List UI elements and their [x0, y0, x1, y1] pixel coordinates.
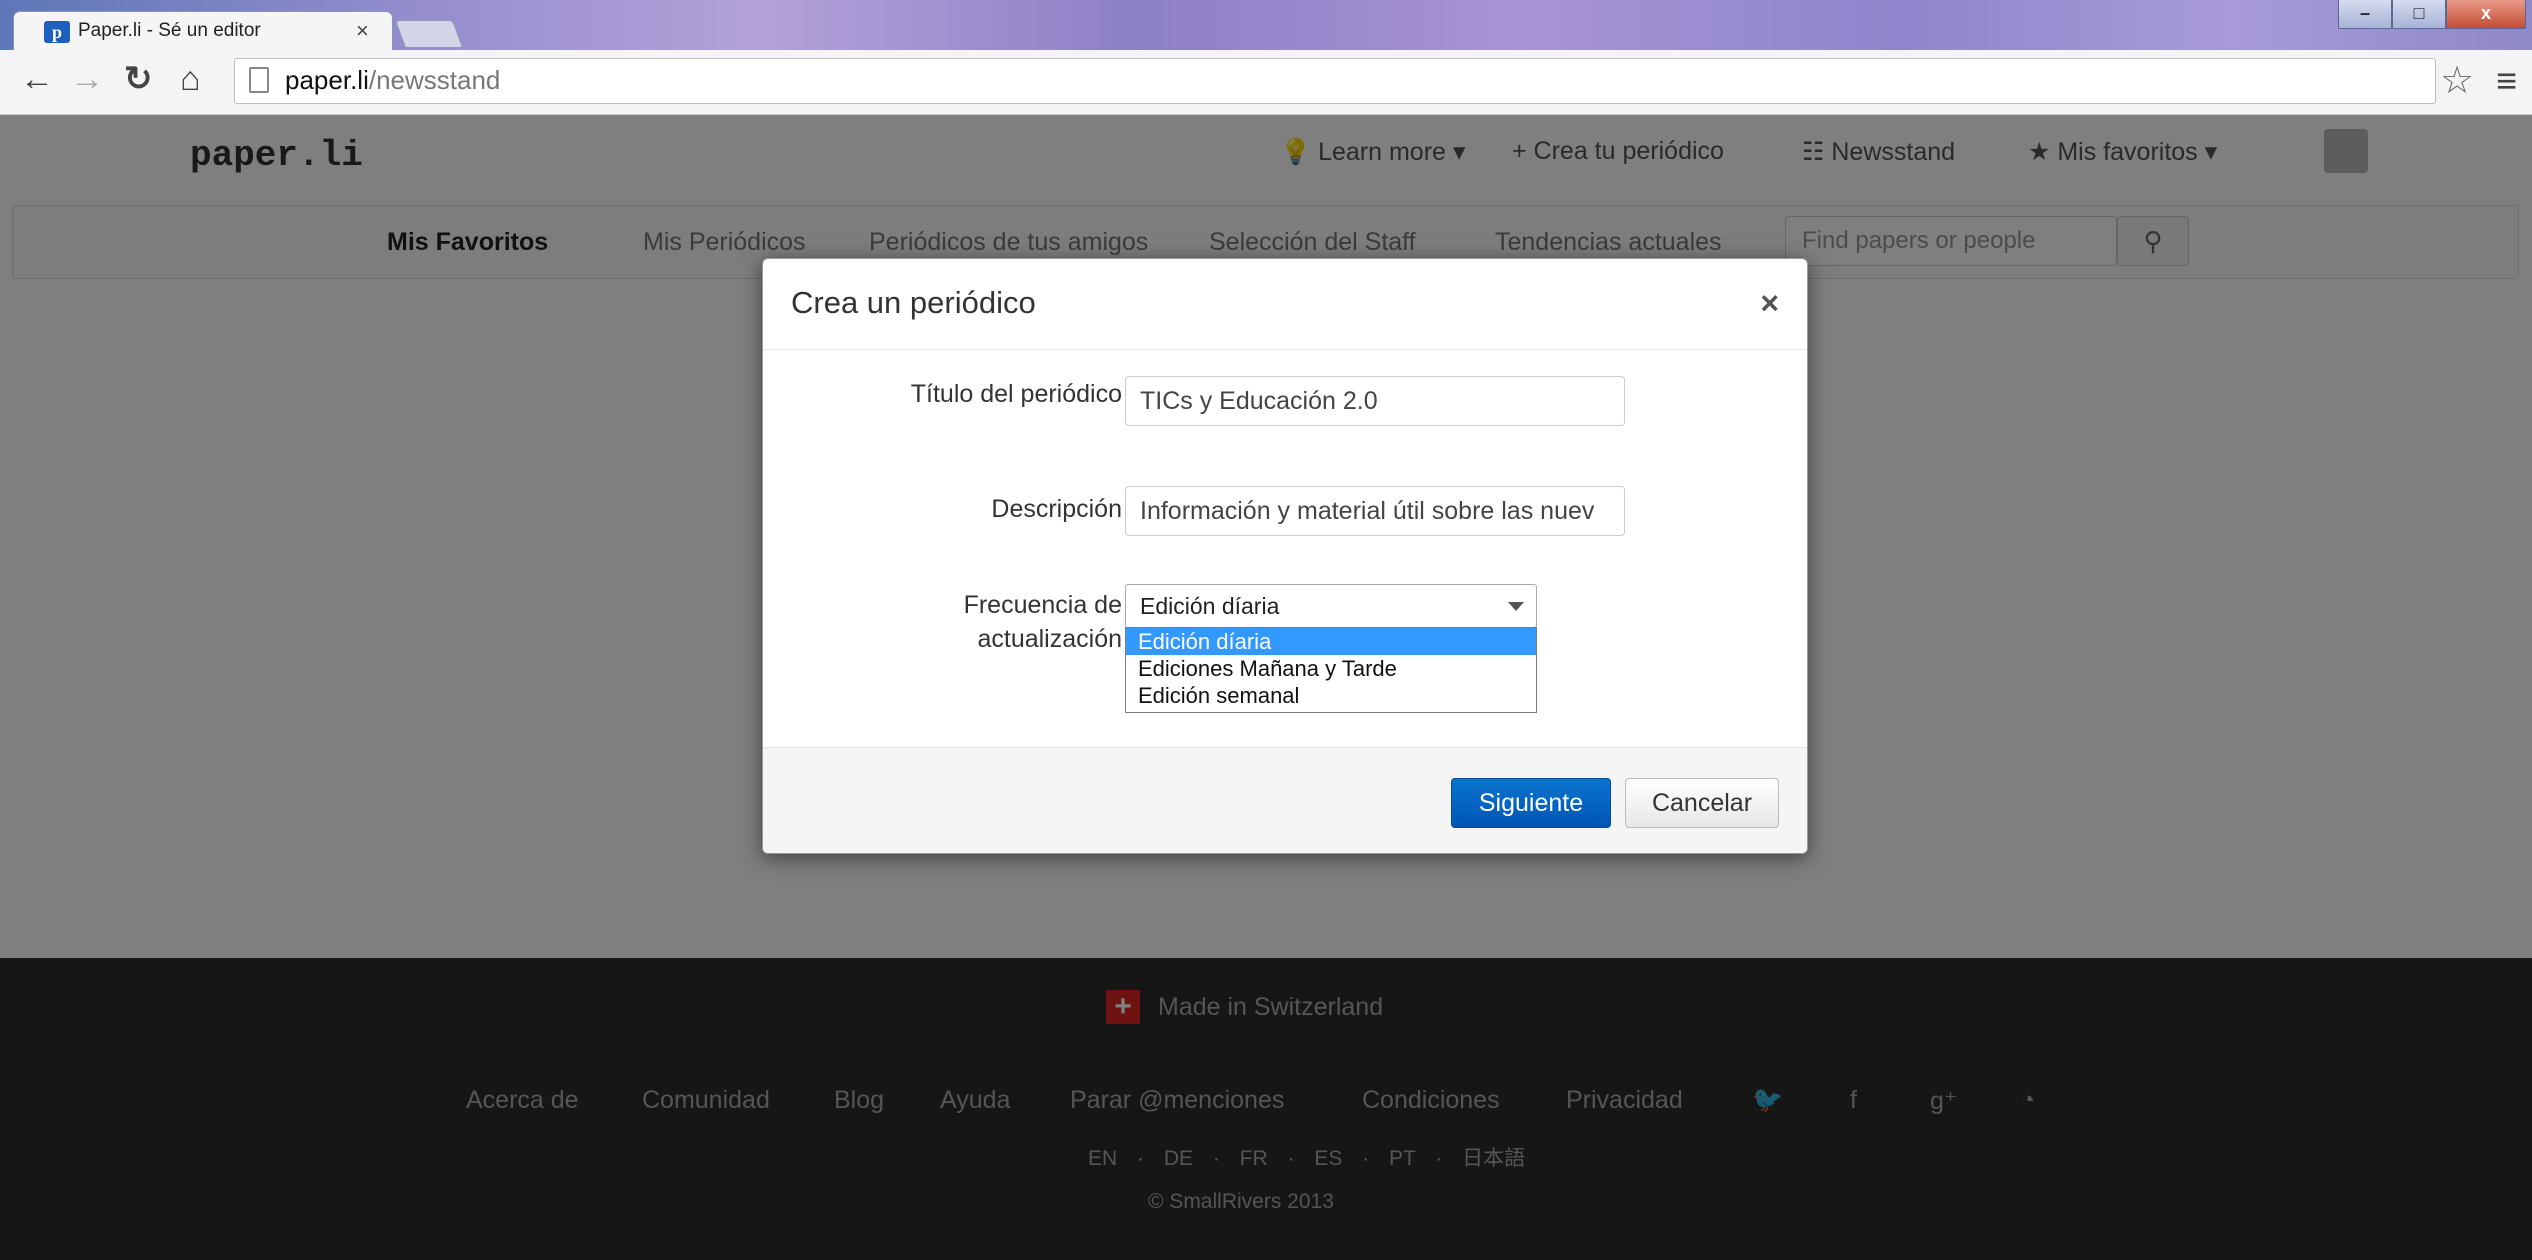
- modal-title: Crea un periódico: [791, 285, 1036, 320]
- page-icon: [249, 67, 269, 93]
- description-input[interactable]: Información y material útil sobre las nu…: [1125, 486, 1625, 536]
- minimize-button[interactable]: –: [2338, 0, 2392, 29]
- browser-tab[interactable]: p Paper.li - Sé un editor ×: [14, 12, 392, 50]
- back-arrow-icon[interactable]: ←: [20, 62, 54, 96]
- frequency-label-line2: actualización: [977, 625, 1122, 653]
- modal-header: Crea un periódico ×: [763, 259, 1807, 350]
- address-bar[interactable]: paper.li/newsstand: [234, 58, 2436, 104]
- create-paper-dialog: Crea un periódico × Título del periódico…: [762, 258, 1808, 854]
- tab-close-icon[interactable]: ×: [356, 18, 369, 44]
- url-text: paper.li/newsstand: [285, 65, 501, 95]
- window-titlebar: p Paper.li - Sé un editor × – □ x: [0, 0, 2532, 50]
- window-controls: – □ x: [2338, 0, 2526, 30]
- frequency-option-morning-evening[interactable]: Ediciones Mañana y Tarde: [1126, 655, 1536, 682]
- bookmark-star-icon[interactable]: ☆: [2440, 58, 2474, 103]
- frequency-label-line1: Frecuencia de: [963, 591, 1122, 619]
- frequency-select[interactable]: Edición díaria: [1125, 584, 1537, 628]
- next-button[interactable]: Siguiente: [1451, 778, 1611, 828]
- cancel-button[interactable]: Cancelar: [1625, 778, 1779, 828]
- tab-title: Paper.li - Sé un editor: [78, 20, 261, 41]
- reload-icon[interactable]: ↻: [124, 62, 153, 96]
- paperli-favicon: p: [44, 21, 70, 43]
- maximize-button[interactable]: □: [2392, 0, 2446, 29]
- chevron-down-icon: [1508, 602, 1524, 611]
- frequency-option-weekly[interactable]: Edición semanal: [1126, 682, 1536, 709]
- frequency-dropdown-list: Edición díaria Ediciones Mañana y Tarde …: [1125, 627, 1537, 713]
- modal-footer: Siguiente Cancelar: [763, 747, 1807, 853]
- home-icon[interactable]: ⌂: [180, 62, 201, 96]
- paper-title-input[interactable]: TICs y Educación 2.0: [1125, 376, 1625, 426]
- new-tab-button[interactable]: [394, 20, 464, 48]
- frequency-selected-value: Edición díaria: [1140, 593, 1280, 619]
- close-icon[interactable]: ×: [1760, 285, 1779, 322]
- browser-toolbar: ← → ↻ ⌂ paper.li/newsstand ☆ ≡: [0, 50, 2532, 115]
- frequency-option-daily[interactable]: Edición díaria: [1126, 628, 1536, 655]
- title-label: Título del periódico: [910, 380, 1122, 408]
- window-close-button[interactable]: x: [2446, 0, 2526, 29]
- description-label: Descripción: [991, 495, 1122, 523]
- chrome-menu-icon[interactable]: ≡: [2496, 60, 2517, 102]
- forward-arrow-icon[interactable]: →: [70, 62, 104, 96]
